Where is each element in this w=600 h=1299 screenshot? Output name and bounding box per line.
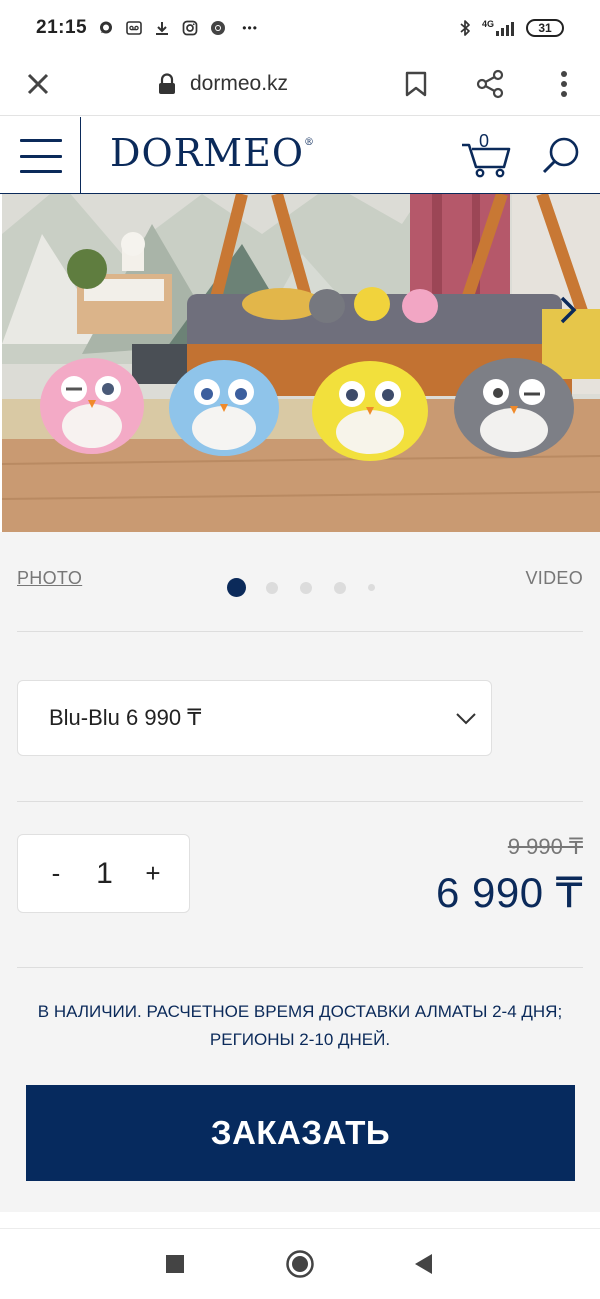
cart-button[interactable]: 0: [460, 131, 512, 179]
quantity-value[interactable]: 1: [96, 857, 113, 891]
home-icon: [286, 1250, 314, 1278]
logo-registered-mark: ®: [304, 137, 316, 148]
cart-count: 0: [479, 131, 490, 151]
order-button[interactable]: ЗАКАЗАТЬ: [26, 1085, 575, 1181]
status-bar: 21:15 ••• 4G 31: [0, 0, 600, 56]
menu-button[interactable]: [20, 139, 62, 173]
share-button[interactable]: [474, 68, 506, 100]
quantity-stepper: - 1 +: [17, 834, 190, 913]
bookmark-icon: [405, 71, 427, 97]
divider: [17, 967, 583, 968]
site-header: DORMEO® 0: [0, 117, 600, 194]
slide-indicators: [227, 578, 375, 597]
chevron-right-icon: [560, 296, 577, 324]
product-panel: PHOTO VIDEO Blu-Blu 6 990 ₸ - 1 + 9 990 …: [0, 532, 600, 1212]
recents-icon: [166, 1255, 184, 1273]
quantity-decrease-button[interactable]: -: [44, 858, 68, 889]
share-icon: [476, 69, 504, 99]
slide-dot[interactable]: [334, 581, 346, 594]
lock-icon: [159, 73, 175, 94]
divider: [17, 801, 583, 802]
divider: [17, 631, 583, 632]
tab-photo[interactable]: PHOTO: [17, 568, 82, 589]
browser-toolbar: dormeo.kz: [0, 56, 600, 116]
menu-icon-line: [20, 154, 62, 158]
system-navigation-bar: [0, 1228, 600, 1299]
slide-dot[interactable]: [300, 581, 312, 594]
bookmark-button[interactable]: [400, 68, 432, 100]
availability-line: РЕГИОНЫ 2-10 ДНЕЙ.: [209, 1030, 391, 1049]
product-photo[interactable]: [2, 194, 600, 532]
more-vert-icon: [561, 71, 567, 97]
availability-text: В НАЛИЧИИ. РАСЧЕТНОЕ ВРЕМЯ ДОСТАВКИ АЛМА…: [17, 998, 583, 1054]
voicemail-icon: [125, 19, 143, 37]
owl-toys-photo: [2, 194, 600, 532]
network-type-label: 4G: [482, 20, 518, 36]
slide-dot[interactable]: [368, 584, 375, 591]
header-divider: [80, 117, 81, 194]
old-price: 9 990 ₸: [507, 834, 583, 859]
download-icon: [153, 19, 171, 37]
battery-indicator: 31: [526, 19, 564, 37]
close-icon: [27, 73, 49, 95]
current-price: 6 990 ₸: [436, 869, 583, 916]
instagram-icon: [181, 19, 199, 37]
bluetooth-icon: [456, 19, 474, 37]
back-button[interactable]: [408, 1249, 438, 1279]
dormeo-logo[interactable]: DORMEO®: [110, 131, 315, 175]
close-tab-button[interactable]: [24, 70, 52, 98]
status-left: 21:15 •••: [36, 17, 263, 39]
chrome-icon: [209, 19, 227, 37]
home-button[interactable]: [285, 1249, 315, 1279]
logo-text: DORMEO: [110, 131, 305, 175]
slide-dot[interactable]: [227, 578, 246, 597]
availability-line: В НАЛИЧИИ. РАСЧЕТНОЕ ВРЕМЯ ДОСТАВКИ АЛМА…: [37, 1002, 563, 1021]
more-notifications-icon: •••: [242, 21, 258, 35]
more-menu-button[interactable]: [548, 68, 580, 100]
url-text: dormeo.kz: [190, 72, 289, 95]
search-button[interactable]: [540, 135, 582, 177]
menu-icon-line: [20, 139, 62, 142]
back-icon: [415, 1254, 432, 1274]
variant-selected-value: Blu-Blu 6 990 ₸: [49, 705, 202, 730]
quantity-increase-button[interactable]: +: [141, 858, 165, 889]
search-icon: [542, 137, 579, 174]
menu-icon-line: [20, 170, 62, 173]
status-time: 21:15: [36, 17, 88, 38]
network-type: 4G: [481, 19, 494, 29]
status-right: 4G 31: [456, 19, 564, 37]
tab-video[interactable]: VIDEO: [525, 568, 583, 589]
slide-dot[interactable]: [266, 581, 278, 594]
signal-icon: [496, 22, 514, 36]
chevron-down-icon: [456, 713, 476, 725]
next-slide-button[interactable]: [556, 290, 580, 330]
recents-button[interactable]: [160, 1249, 190, 1279]
variant-select[interactable]: Blu-Blu 6 990 ₸: [17, 680, 492, 756]
address-bar[interactable]: dormeo.kz: [158, 72, 288, 96]
chat-notification-icon: [97, 19, 115, 37]
